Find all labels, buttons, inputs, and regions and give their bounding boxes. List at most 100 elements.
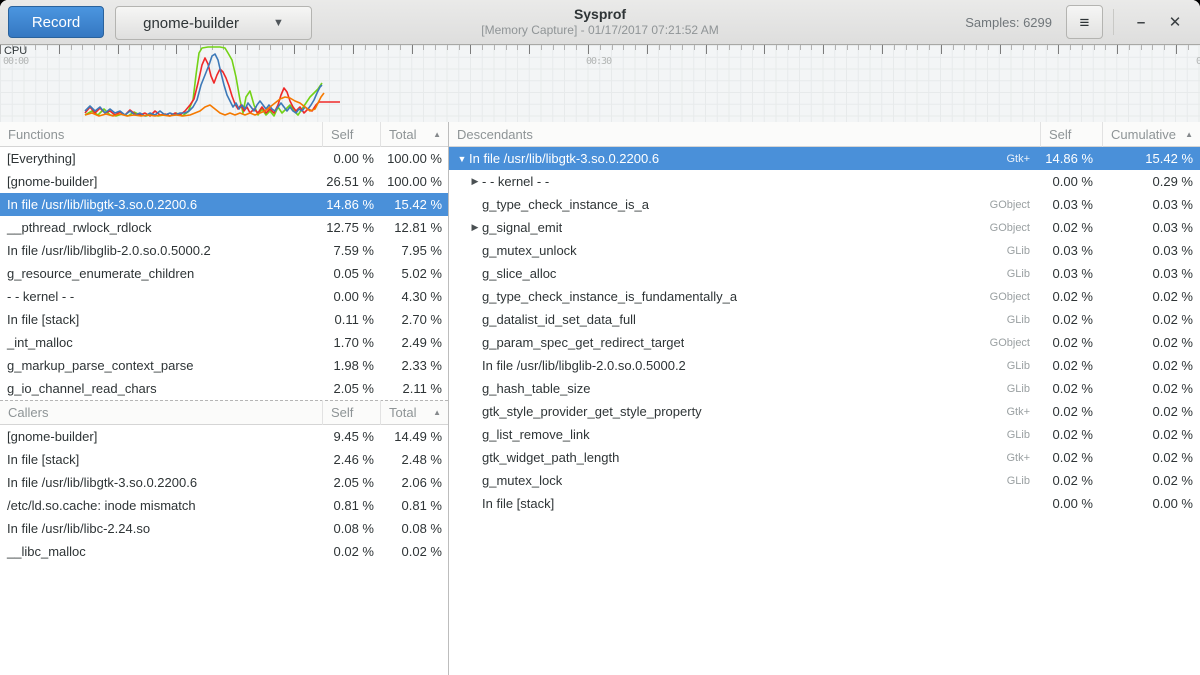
expander-closed-icon[interactable]: ▶ (468, 176, 482, 187)
total-column-header[interactable]: Total ▲ (380, 122, 448, 147)
function-name: _int_malloc (0, 335, 322, 350)
expander-closed-icon[interactable]: ▶ (468, 222, 482, 233)
descendant-cumulative-value: 0.03 % (1102, 220, 1200, 235)
menu-button[interactable]: ≡ (1066, 5, 1103, 39)
function-row[interactable]: [gnome-builder]26.51 %100.00 % (0, 170, 448, 193)
headerbar-separator (1113, 9, 1114, 35)
library-tag: GLib (1007, 360, 1030, 372)
minimize-button[interactable]: – (1124, 5, 1158, 39)
caller-row[interactable]: __libc_malloc0.02 %0.02 % (0, 540, 448, 563)
descendant-cumulative-value: 0.00 % (1102, 496, 1200, 511)
descendant-name: gtk_widget_path_length (482, 450, 619, 465)
descendant-row[interactable]: g_mutex_unlockGLib0.03 %0.03 % (449, 239, 1200, 262)
function-row[interactable]: __pthread_rwlock_rdlock12.75 %12.81 % (0, 216, 448, 239)
process-selector[interactable]: gnome-builder ▼ (115, 6, 312, 40)
function-row[interactable]: In file /usr/lib/libgtk-3.so.0.2200.614.… (0, 193, 448, 216)
descendants-self-column-header[interactable]: Self (1040, 122, 1102, 147)
function-row[interactable]: - - kernel - -0.00 %4.30 % (0, 285, 448, 308)
caller-name: [gnome-builder] (0, 429, 322, 444)
descendant-name: g_mutex_unlock (482, 243, 577, 258)
descendant-row[interactable]: In file [stack]0.00 %0.00 % (449, 492, 1200, 515)
descendant-row[interactable]: g_slice_allocGLib0.03 %0.03 % (449, 262, 1200, 285)
function-total-value: 100.00 % (380, 151, 448, 166)
descendant-cumulative-value: 0.02 % (1102, 335, 1200, 350)
caller-row[interactable]: In file /usr/lib/libgtk-3.so.0.2200.62.0… (0, 471, 448, 494)
descendant-self-value: 0.02 % (1040, 381, 1102, 396)
caller-name: /etc/ld.so.cache: inode mismatch (0, 498, 322, 513)
function-row[interactable]: In file /usr/lib/libglib-2.0.so.0.5000.2… (0, 239, 448, 262)
function-total-value: 7.95 % (380, 243, 448, 258)
descendant-row[interactable]: g_mutex_lockGLib0.02 %0.02 % (449, 469, 1200, 492)
descendant-name: g_mutex_lock (482, 473, 562, 488)
descendant-cumulative-value: 15.42 % (1102, 151, 1200, 166)
function-name: g_markup_parse_context_parse (0, 358, 322, 373)
function-row[interactable]: g_resource_enumerate_children0.05 %5.02 … (0, 262, 448, 285)
caller-row[interactable]: /etc/ld.so.cache: inode mismatch0.81 %0.… (0, 494, 448, 517)
descendant-name: g_type_check_instance_is_a (482, 197, 649, 212)
descendant-row[interactable]: ▼In file /usr/lib/libgtk-3.so.0.2200.6Gt… (449, 147, 1200, 170)
caller-self-value: 2.46 % (322, 452, 380, 467)
record-button[interactable]: Record (8, 6, 104, 38)
sysprof-window: Record gnome-builder ▼ Sysprof [Memory C… (0, 0, 1200, 675)
descendant-row[interactable]: g_list_remove_linkGLib0.02 %0.02 % (449, 423, 1200, 446)
descendant-name: g_datalist_id_set_data_full (482, 312, 636, 327)
close-button[interactable]: ✕ (1158, 5, 1192, 39)
functions-column-header[interactable]: Functions (0, 127, 322, 142)
function-total-value: 2.49 % (380, 335, 448, 350)
function-row[interactable]: _int_malloc1.70 %2.49 % (0, 331, 448, 354)
descendant-name: g_list_remove_link (482, 427, 590, 442)
library-tag: GObject (990, 337, 1030, 349)
descendant-row[interactable]: ▶g_signal_emit GObject 0.02 %0.03 % (449, 216, 1200, 239)
caller-total-value: 0.02 % (380, 544, 448, 559)
function-self-value: 26.51 % (322, 174, 380, 189)
window-subtitle: [Memory Capture] - 01/17/2017 07:21:52 A… (481, 23, 718, 38)
descendant-name-cell: ▼In file /usr/lib/libgtk-3.so.0.2200.6Gt… (449, 151, 1040, 166)
descendant-self-value: 0.02 % (1040, 427, 1102, 442)
caller-total-value: 14.49 % (380, 429, 448, 444)
descendants-header: Descendants Self Cumulative ▲ (449, 122, 1200, 147)
descendant-self-value: 0.03 % (1040, 266, 1102, 281)
descendant-self-value: 0.02 % (1040, 220, 1102, 235)
cumulative-column-header[interactable]: Cumulative ▲ (1102, 122, 1200, 147)
descendant-row[interactable]: gtk_style_provider_get_style_propertyGtk… (449, 400, 1200, 423)
functions-header: Functions Self Total ▲ (0, 122, 448, 147)
callers-total-column-header[interactable]: Total ▲ (380, 400, 448, 425)
library-tag: Gtk+ (1006, 452, 1030, 464)
descendant-cumulative-value: 0.02 % (1102, 404, 1200, 419)
caller-row[interactable]: [gnome-builder]9.45 %14.49 % (0, 425, 448, 448)
caller-row[interactable]: In file [stack]2.46 %2.48 % (0, 448, 448, 471)
caller-total-value: 0.08 % (380, 521, 448, 536)
descendant-name-cell: g_param_spec_get_redirect_targetGObject (449, 335, 1040, 350)
descendant-row[interactable]: In file /usr/lib/libglib-2.0.so.0.5000.2… (449, 354, 1200, 377)
function-total-value: 2.33 % (380, 358, 448, 373)
function-row[interactable]: [Everything]0.00 %100.00 % (0, 147, 448, 170)
minimize-icon: – (1137, 14, 1145, 31)
self-column-header[interactable]: Self (322, 122, 380, 147)
descendant-row[interactable]: g_datalist_id_set_data_fullGLib0.02 %0.0… (449, 308, 1200, 331)
function-self-value: 14.86 % (322, 197, 380, 212)
descendant-row[interactable]: g_param_spec_get_redirect_targetGObject 0… (449, 331, 1200, 354)
descendant-row[interactable]: g_hash_table_sizeGLib0.02 %0.02 % (449, 377, 1200, 400)
cpu-graph[interactable]: CPU 00:00 00:30 01:00 (0, 45, 1200, 123)
function-self-value: 0.00 % (322, 151, 380, 166)
function-row[interactable]: In file [stack]0.11 %2.70 % (0, 308, 448, 331)
expander-open-icon[interactable]: ▼ (455, 154, 469, 164)
descendant-row[interactable]: g_type_check_instance_is_fundamentally_a… (449, 285, 1200, 308)
descendant-cumulative-value: 0.02 % (1102, 358, 1200, 373)
function-row[interactable]: g_markup_parse_context_parse1.98 %2.33 % (0, 354, 448, 377)
descendant-name-cell: g_slice_allocGLib (449, 266, 1040, 281)
function-total-value: 2.11 % (380, 381, 448, 396)
callers-column-header[interactable]: Callers (0, 405, 322, 420)
callers-self-column-header[interactable]: Self (322, 400, 380, 425)
descendant-row[interactable]: gtk_widget_path_lengthGtk+0.02 %0.02 % (449, 446, 1200, 469)
descendant-name: g_signal_emit (482, 220, 562, 235)
descendant-row[interactable]: g_type_check_instance_is_aGObject0.03 %0… (449, 193, 1200, 216)
caller-name: In file /usr/lib/libc-2.24.so (0, 521, 322, 536)
caller-row[interactable]: In file /usr/lib/libc-2.24.so0.08 %0.08 … (0, 517, 448, 540)
function-name: In file /usr/lib/libgtk-3.so.0.2200.6 (0, 197, 322, 212)
library-tag: GObject (990, 222, 1030, 234)
left-pane: Functions Self Total ▲ [Everything]0.00 … (0, 122, 448, 675)
descendants-column-header[interactable]: Descendants (449, 127, 1040, 142)
function-row[interactable]: g_io_channel_read_chars2.05 %2.11 % (0, 377, 448, 400)
descendant-row[interactable]: ▶- - kernel - -0.00 %0.29 % (449, 170, 1200, 193)
